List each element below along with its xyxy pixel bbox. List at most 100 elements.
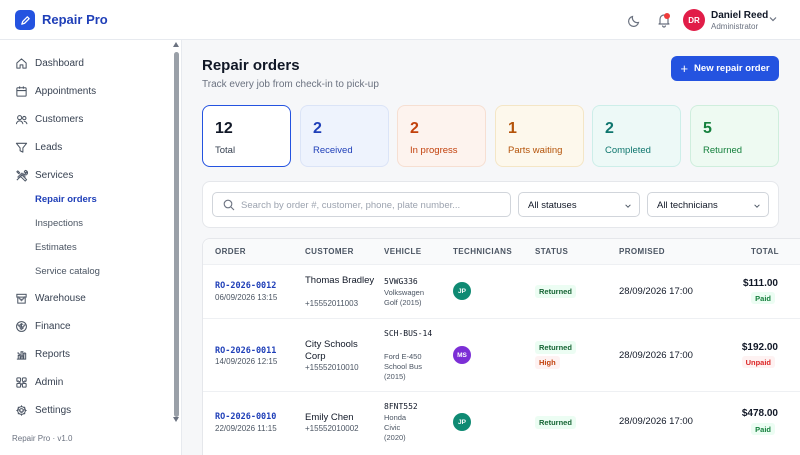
sidebar-scrollbar[interactable] [174, 52, 179, 417]
vehicle-plate: SCH-BUS-14 [384, 329, 433, 338]
avatar[interactable]: DR [683, 9, 705, 31]
technician-avatar[interactable]: MS [453, 346, 471, 364]
customer-name[interactable]: Emily Chen [305, 412, 375, 424]
sidebar-subitem-estimates[interactable]: Estimates [35, 242, 77, 253]
dark-mode-icon[interactable] [627, 12, 643, 28]
order-date: 14/09/2026 12:15 [215, 357, 278, 366]
column-header-total[interactable]: TOTAL [751, 247, 779, 256]
chevron-down-icon [17, 407, 26, 413]
stat-card-total[interactable]: 12 Total [202, 105, 291, 167]
brand-name[interactable]: Repair Pro [42, 12, 108, 27]
technician-avatar[interactable]: JP [453, 282, 471, 300]
search-input[interactable] [241, 197, 503, 213]
payment-badge: Unpaid [741, 356, 775, 368]
sidebar-item-admin[interactable]: Admin [0, 371, 170, 393]
chevron-down-icon [17, 323, 26, 329]
scroll-down-arrow[interactable] [173, 417, 179, 422]
column-header-promised[interactable]: PROMISED [619, 247, 665, 256]
customer-name[interactable]: Thomas Bradley [305, 275, 375, 287]
order-date: 06/09/2026 13:15 [215, 293, 278, 302]
sidebar-item-services[interactable]: Services [0, 164, 170, 186]
status-select[interactable]: All statuses [518, 192, 640, 217]
order-total: $192.00 [741, 342, 778, 353]
customer-phone: +15552010002 [305, 424, 359, 433]
chevron-down-icon [754, 204, 760, 208]
row-divider [203, 318, 800, 319]
customer-name[interactable]: City Schools Corp [305, 339, 375, 363]
chevron-down-icon[interactable] [768, 14, 778, 24]
stat-label: Completed [605, 145, 651, 156]
stat-card-in-progress[interactable]: 2 In progress [397, 105, 486, 167]
order-id-link[interactable]: RO-2026-0011 [215, 346, 276, 356]
technician-select-value: All technicians [657, 200, 718, 211]
promised-date: 28/09/2026 17:00 [619, 416, 693, 427]
user-role: Administrator [711, 22, 759, 31]
technician-avatar[interactable]: JP [453, 413, 471, 431]
stat-value: 2 [605, 120, 614, 137]
column-header-status[interactable]: STATUS [535, 247, 568, 256]
priority-badge: High [535, 356, 560, 369]
repair-orders-table [202, 238, 800, 455]
stat-label: Received [313, 145, 353, 156]
logo-icon[interactable] [15, 10, 35, 30]
technician-select[interactable]: All technicians [647, 192, 769, 217]
stat-card-received[interactable]: 2 Received [300, 105, 389, 167]
sidebar-item-label: Settings [35, 404, 72, 416]
sidebar-item-appointments[interactable]: Appointments [0, 80, 170, 102]
stat-value: 12 [215, 120, 233, 137]
sidebar-subitem-inspections[interactable]: Inspections [35, 218, 83, 229]
column-header-vehicle[interactable]: VEHICLE [384, 247, 421, 256]
new-repair-order-button[interactable]: + New repair order [671, 56, 779, 81]
chevron-down-icon [625, 204, 631, 208]
scroll-up-arrow[interactable] [173, 42, 179, 47]
promised-date: 28/09/2026 17:00 [619, 350, 693, 361]
page-subtitle: Track every job from check-in to pick-up [202, 79, 379, 90]
search-box[interactable] [212, 192, 511, 217]
users-icon [15, 114, 28, 124]
vehicle-model: Ford E-450 School Bus (2015) [384, 352, 422, 381]
sidebar-item-label: Customers [35, 113, 84, 125]
sidebar-item-label: Dashboard [35, 57, 84, 69]
order-date: 22/09/2026 11:15 [215, 424, 277, 433]
chevron-up-icon [17, 172, 26, 178]
chevron-down-icon [17, 351, 26, 357]
status-badge: Returned [535, 416, 576, 429]
stat-card-parts-waiting[interactable]: 1 Parts waiting [495, 105, 584, 167]
sidebar-item-finance[interactable]: Finance [0, 315, 170, 337]
app-root: Repair Pro DR Daniel Reed Administrator … [0, 0, 800, 455]
column-header-technicians[interactable]: TECHNICIANS [453, 247, 512, 256]
sidebar: Dashboard Appointments Customers Leads S… [0, 40, 182, 455]
sidebar-item-reports[interactable]: Reports [0, 343, 170, 365]
new-repair-order-label: New repair order [694, 63, 770, 74]
sidebar-subitem-service-catalog[interactable]: Service catalog [35, 266, 100, 277]
sidebar-item-leads[interactable]: Leads [0, 136, 170, 158]
payment-badge: Paid [751, 423, 775, 435]
user-name[interactable]: Daniel Reed [711, 10, 768, 21]
order-id-link[interactable]: RO-2026-0010 [215, 412, 276, 422]
sidebar-item-customers[interactable]: Customers [0, 108, 170, 130]
sidebar-subitem-repair-orders[interactable]: Repair orders [35, 194, 97, 205]
sidebar-item-settings[interactable]: Settings [0, 399, 170, 421]
filter-icon [15, 142, 28, 153]
stat-value: 1 [508, 120, 517, 137]
sidebar-item-label: Services [35, 169, 74, 181]
page-title: Repair orders [202, 57, 300, 74]
stat-label: Returned [703, 145, 743, 156]
order-id-link[interactable]: RO-2026-0012 [215, 281, 276, 291]
order-total: $478.00 [741, 408, 778, 419]
stat-value: 2 [410, 120, 419, 137]
column-header-customer[interactable]: CUSTOMER [305, 247, 354, 256]
stat-card-returned[interactable]: 5 Returned [690, 105, 779, 167]
vehicle-plate: 8FNT552 [384, 402, 418, 411]
stat-card-completed[interactable]: 2 Completed [592, 105, 681, 167]
chevron-down-icon [17, 379, 26, 385]
column-header-order[interactable]: ORDER [215, 247, 246, 256]
row-divider [203, 391, 800, 392]
status-badge: Returned [535, 341, 576, 354]
search-icon [223, 199, 235, 211]
calendar-icon [16, 85, 27, 97]
sidebar-item-warehouse[interactable]: Warehouse [0, 287, 170, 309]
app-version: Repair Pro · v1.0 [12, 434, 73, 443]
sidebar-item-dashboard[interactable]: Dashboard [0, 52, 170, 74]
stat-value: 5 [703, 120, 712, 137]
